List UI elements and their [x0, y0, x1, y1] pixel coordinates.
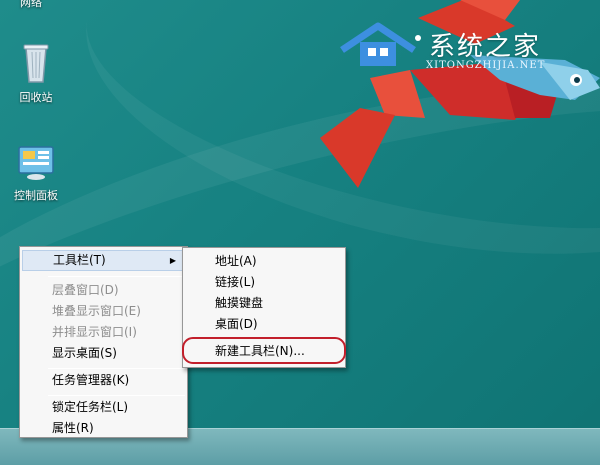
menu-item-label: 桌面(D): [215, 317, 258, 331]
menu-item-label: 触摸键盘: [215, 296, 264, 310]
menu-item-label: 地址(A): [215, 254, 257, 268]
menu-item-label: 属性(R): [52, 421, 94, 435]
menu-item-lock-taskbar[interactable]: 锁定任务栏(L): [22, 397, 185, 418]
annotation-highlight-ring: [182, 337, 346, 364]
menu-item-label: 层叠窗口(D): [52, 283, 119, 297]
menu-separator: [48, 368, 185, 369]
submenu-item-address[interactable]: 地址(A): [185, 251, 343, 272]
submenu-item-links[interactable]: 链接(L): [185, 272, 343, 293]
menu-item-toolbars[interactable]: 工具栏(T) ▶: [22, 250, 185, 271]
menu-item-label: 任务管理器(K): [52, 373, 130, 387]
desktop-icon-recycle-bin[interactable]: 回收站: [0, 40, 72, 105]
submenu-item-touch-keyboard[interactable]: 触摸键盘: [185, 293, 343, 314]
desktop-icon-label: 回收站: [19, 91, 53, 104]
menu-item-side-by-side-windows[interactable]: 并排显示窗口(I): [22, 322, 185, 343]
menu-separator: [48, 395, 185, 396]
desktop-icon-control-panel[interactable]: 控制面板: [0, 144, 72, 203]
menu-item-label: 工具栏(T): [53, 253, 106, 267]
desktop-icon-label-network: 网络: [20, 0, 42, 9]
desktop-icon-label: 控制面板: [14, 189, 58, 202]
menu-item-label: 并排显示窗口(I): [52, 325, 137, 339]
menu-separator: [48, 276, 185, 277]
watermark-title: 系统之家: [429, 32, 542, 62]
desktop: 系统之家 XITONGZHIJIA.NET 网络 回收站 控制面板 工具栏(T): [0, 0, 600, 465]
menu-item-label: 链接(L): [215, 275, 256, 289]
watermark-subtitle: XITONGZHIJIA.NET: [426, 60, 546, 71]
recycle-bin-icon: [23, 44, 49, 83]
site-watermark: 系统之家 XITONGZHIJIA.NET: [338, 20, 600, 80]
menu-item-label: 堆叠显示窗口(E): [52, 304, 141, 318]
menu-item-stack-windows[interactable]: 堆叠显示窗口(E): [22, 301, 185, 322]
menu-item-show-desktop[interactable]: 显示桌面(S): [22, 343, 185, 364]
submenu-arrow-icon: ▶: [169, 256, 176, 265]
submenu-item-desktop[interactable]: 桌面(D): [185, 314, 343, 335]
taskbar-context-menu: 工具栏(T) ▶ 层叠窗口(D) 堆叠显示窗口(E) 并排显示窗口(I) 显示桌…: [19, 246, 188, 438]
menu-item-label: 显示桌面(S): [52, 346, 117, 360]
menu-item-task-manager[interactable]: 任务管理器(K): [22, 370, 185, 391]
house-logo-icon: [340, 22, 421, 66]
control-panel-icon: [18, 146, 54, 180]
menu-item-properties[interactable]: 属性(R): [22, 418, 185, 439]
menu-item-cascade-windows[interactable]: 层叠窗口(D): [22, 280, 185, 301]
menu-item-label: 锁定任务栏(L): [52, 400, 129, 414]
